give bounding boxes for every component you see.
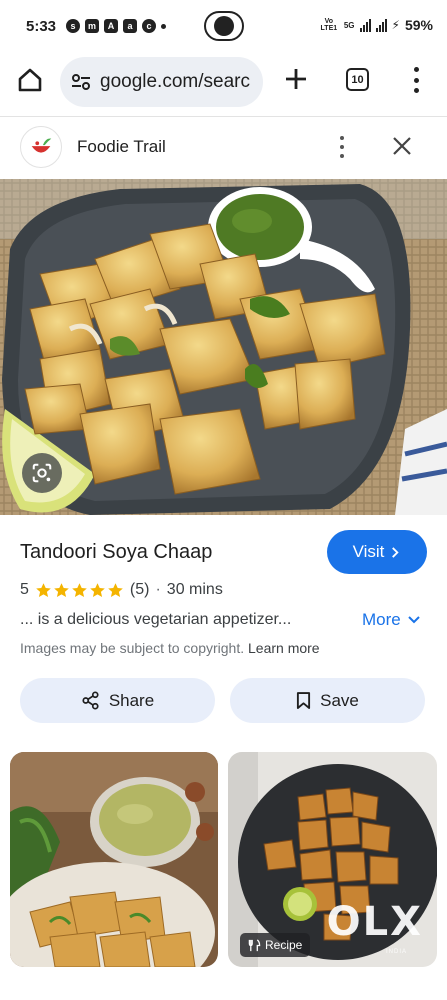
system-status: Vo LTE1 5G ⚡ 59% — [319, 17, 433, 33]
signal-bars-icon-2 — [375, 18, 387, 32]
close-icon — [393, 137, 411, 155]
olx-watermark: OLX — [326, 899, 423, 945]
review-count: (5) — [129, 581, 150, 598]
more-button[interactable]: More — [362, 610, 421, 630]
messages-icon: m — [85, 19, 100, 33]
recipe-chip: Recipe — [240, 933, 311, 957]
close-button[interactable] — [390, 134, 414, 158]
copyright-text: Images may be subject to copyright. — [20, 640, 245, 656]
recipe-hero-image[interactable] — [0, 179, 447, 515]
star-icon — [36, 582, 51, 597]
related-image-1[interactable] — [10, 752, 218, 967]
more-label: More — [362, 610, 401, 629]
lens-icon — [32, 463, 52, 483]
cook-duration: 30 mins — [166, 581, 223, 598]
star-icon — [54, 582, 69, 597]
screen-record-icon — [204, 11, 244, 41]
save-button[interactable]: Save — [230, 678, 425, 723]
olx-watermark-sub: INDIA — [385, 949, 407, 955]
chevron-down-icon — [408, 616, 420, 624]
a-app-icon: A — [104, 19, 119, 33]
rating-value: 5 — [20, 581, 29, 598]
url-bar[interactable]: google.com/searc — [60, 57, 263, 107]
related-food-photo-1 — [10, 752, 218, 967]
site-options-button[interactable] — [338, 136, 346, 158]
rating-row: 5 (5) · 30 mins — [20, 581, 223, 599]
volte-label: Vo LTE1 — [320, 18, 338, 32]
recipe-chip-label: Recipe — [265, 938, 303, 952]
source-site-header: Foodie Trail — [0, 116, 447, 178]
fork-knife-icon — [248, 938, 261, 951]
more-notifications-dot-icon — [161, 23, 167, 29]
browser-toolbar: google.com/searc 10 — [0, 52, 447, 112]
star-icon — [72, 582, 87, 597]
google-lens-button[interactable] — [22, 453, 62, 493]
visit-label: Visit — [352, 542, 385, 561]
site-name: Foodie Trail — [77, 137, 166, 156]
plus-icon — [286, 69, 306, 89]
signal-5g-label: 5G — [343, 20, 355, 30]
browser-menu-button[interactable] — [412, 67, 420, 93]
recipe-description: ... is a delicious vegetarian appetizer.… — [20, 611, 292, 628]
status-time: 5:33 — [26, 17, 57, 35]
copyright-notice: Images may be subject to copyright. Lear… — [20, 640, 320, 656]
site-settings-icon[interactable] — [70, 71, 92, 93]
separator-dot: · — [155, 581, 161, 598]
bowl-logo-icon — [31, 138, 52, 153]
charging-icon: ⚡ — [391, 18, 400, 32]
signal-bars-icon-1 — [359, 18, 371, 32]
star-icon — [108, 582, 123, 597]
site-logo — [20, 126, 62, 168]
new-tab-button[interactable] — [283, 66, 309, 92]
share-button[interactable]: Share — [20, 678, 215, 723]
circle-app-icon: c — [142, 19, 157, 33]
url-text: google.com/searc — [100, 71, 250, 92]
home-button[interactable] — [16, 66, 44, 94]
home-icon — [18, 68, 42, 92]
star-icon — [90, 582, 105, 597]
battery-percent: 59% — [404, 17, 433, 33]
snapchat-icon: s — [66, 19, 81, 33]
tab-switcher-button[interactable]: 10 — [346, 68, 369, 91]
share-label: Share — [108, 690, 155, 710]
visit-button[interactable]: Visit — [327, 530, 427, 574]
page-bottom-edge — [0, 969, 447, 1000]
notification-icons: s m A a c — [66, 19, 167, 33]
recipe-title: Tandoori Soya Chaap — [20, 541, 213, 563]
learn-more-link[interactable]: Learn more — [248, 640, 320, 656]
food-photo — [0, 179, 447, 515]
related-image-2[interactable]: Recipe OLX INDIA — [228, 752, 437, 967]
save-label: Save — [320, 690, 359, 710]
chevron-right-icon — [392, 546, 400, 558]
rating-stars — [35, 582, 124, 599]
share-icon — [82, 691, 99, 710]
bookmark-icon — [297, 692, 311, 709]
lock-app-icon: a — [123, 19, 138, 33]
